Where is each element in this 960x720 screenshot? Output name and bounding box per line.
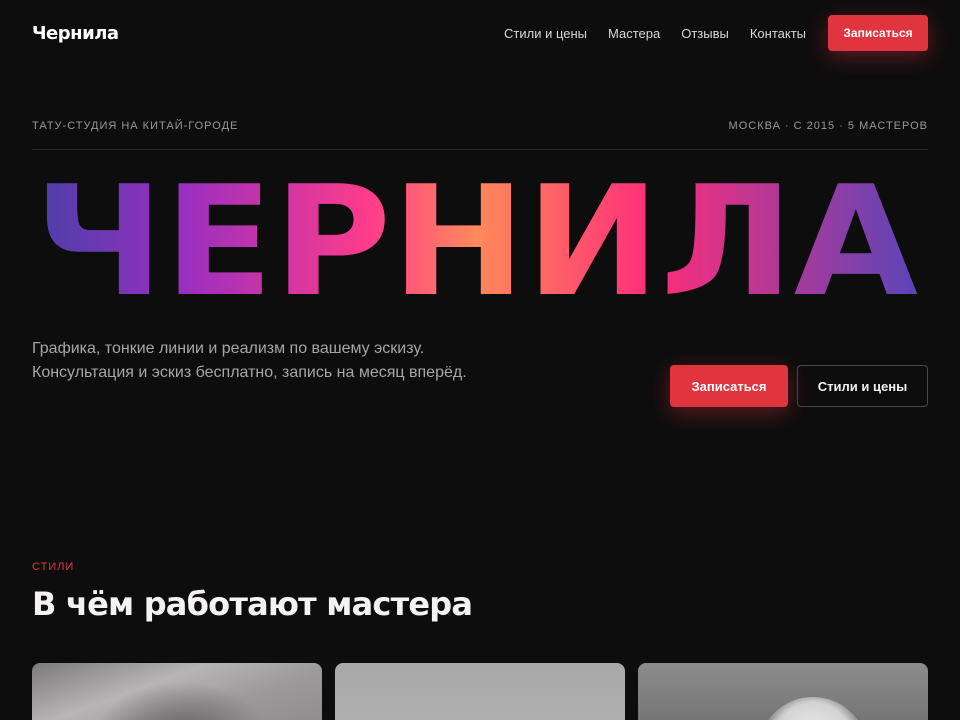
nav-item-masters[interactable]: Мастера [608, 26, 660, 41]
hero-meta-row: ТАТУ-СТУДИЯ НА КИТАЙ-ГОРОДЕ МОСКВА · С 2… [32, 120, 928, 132]
hero-title-text: ЧЕРНИЛА [34, 172, 918, 302]
section-title: В чём работают мастера [32, 585, 473, 623]
site-header: Чернила Стили и цены Мастера Отзывы Конт… [32, 14, 928, 52]
brand-logo[interactable]: Чернила [32, 23, 119, 44]
hero-title-graphic: ЧЕРНИЛА [34, 172, 918, 302]
divider [32, 149, 928, 150]
hero-styles-button[interactable]: Стили и цены [797, 365, 928, 407]
hero-description: Графика, тонкие линии и реализм по вашем… [32, 340, 467, 381]
style-cards [32, 663, 928, 720]
style-card-image[interactable] [335, 663, 625, 720]
header-book-button[interactable]: Записаться [828, 15, 928, 51]
landing-page: Чернила Стили и цены Мастера Отзывы Конт… [0, 0, 960, 720]
nav-item-styles[interactable]: Стили и цены [504, 26, 587, 41]
section-eyebrow: СТИЛИ [32, 561, 75, 573]
style-card-image[interactable] [638, 663, 928, 720]
hero-title: ЧЕРНИЛА [34, 172, 920, 302]
hero-actions: Записаться Стили и цены [670, 365, 928, 407]
studio-meta: МОСКВА · С 2015 · 5 МАСТЕРОВ [728, 120, 928, 132]
studio-tagline: ТАТУ-СТУДИЯ НА КИТАЙ-ГОРОДЕ [32, 120, 239, 132]
nav-item-reviews[interactable]: Отзывы [681, 26, 729, 41]
style-card-image[interactable] [32, 663, 322, 720]
nav-item-contacts[interactable]: Контакты [750, 26, 806, 41]
main-nav: Стили и цены Мастера Отзывы Контакты [504, 26, 806, 41]
hero-book-button[interactable]: Записаться [670, 365, 788, 407]
